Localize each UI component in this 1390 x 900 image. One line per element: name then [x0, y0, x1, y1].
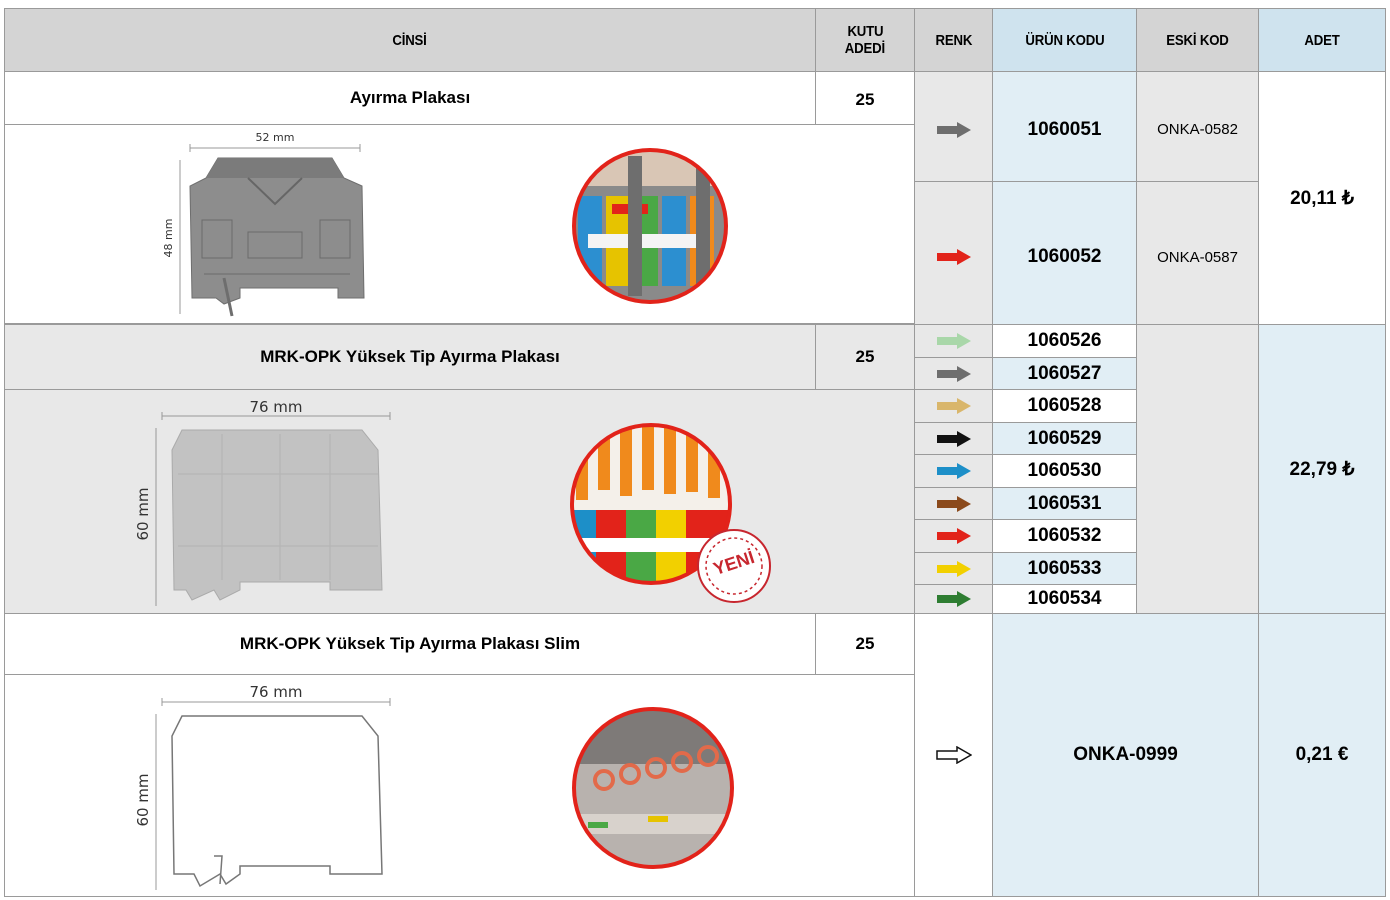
- width-dimension-label: 76 mm: [249, 398, 302, 416]
- arrow-icon: [936, 249, 971, 265]
- product-code: ONKA-0999: [992, 613, 1259, 897]
- arrow-icon: [936, 121, 971, 138]
- old-code: ONKA-0587: [1136, 181, 1259, 325]
- new-badge: YENİ: [696, 528, 772, 604]
- color-cell: [914, 71, 993, 182]
- product-photo-circle: [572, 148, 728, 304]
- product-code: 1060527: [992, 357, 1137, 390]
- product-name: Ayırma Plakası: [4, 71, 816, 125]
- color-cell: [914, 552, 993, 585]
- product-code: 1060531: [992, 487, 1137, 520]
- price: 20,11 ₺: [1258, 71, 1386, 325]
- old-code: ONKA-0582: [1136, 71, 1259, 182]
- arrow-outline-icon: [935, 746, 972, 764]
- arrow-icon: [936, 398, 971, 414]
- product-code: 1060534: [992, 584, 1137, 614]
- arrow-icon: [936, 333, 971, 349]
- height-dimension-label: 60 mm: [134, 773, 152, 826]
- old-code-empty: [1136, 324, 1259, 614]
- separator-plate-outline: 76 mm 60 mm: [134, 683, 391, 890]
- arrow-icon: [936, 528, 971, 544]
- arrow-icon: [936, 591, 971, 607]
- arrow-icon: [936, 463, 971, 479]
- product-code: 1060526: [992, 324, 1137, 358]
- header-kutu-adedi: KUTU ADEDİ: [815, 8, 915, 72]
- arrow-icon: [936, 560, 971, 577]
- product-code: 1060532: [992, 519, 1137, 553]
- color-cell: [914, 357, 993, 390]
- header-adet: ADET: [1258, 8, 1386, 72]
- product-photo-circle: [572, 707, 734, 869]
- color-cell: [914, 613, 993, 897]
- width-dimension-label: 52 mm: [256, 131, 295, 144]
- header-cinsi: CİNSİ: [4, 8, 816, 72]
- header-eski-kod: ESKİ KOD: [1136, 8, 1259, 72]
- product-name: MRK-OPK Yüksek Tip Ayırma Plakası Slim: [4, 613, 816, 675]
- product-image-area: [4, 124, 915, 324]
- header-renk: RENK: [914, 8, 993, 72]
- width-dimension-label: 76 mm: [249, 683, 302, 701]
- price: 22,79 ₺: [1258, 324, 1386, 614]
- box-quantity: 25: [815, 71, 915, 125]
- height-dimension-label: 48 mm: [162, 219, 175, 258]
- arrow-icon: [936, 495, 971, 512]
- color-cell: [914, 324, 993, 358]
- separator-plate-drawing: 52 mm 48 mm: [162, 131, 365, 317]
- product-code: 1060528: [992, 389, 1137, 423]
- color-cell: [914, 487, 993, 520]
- color-cell: [914, 584, 993, 614]
- box-quantity: 25: [815, 324, 915, 390]
- color-cell: [914, 519, 993, 553]
- arrow-icon: [936, 365, 971, 382]
- product-code: 1060533: [992, 552, 1137, 585]
- separator-plate-drawing: 76 mm 60 mm: [134, 398, 391, 606]
- color-cell: [914, 422, 993, 455]
- price: 0,21 €: [1258, 613, 1386, 897]
- header-urun-kodu: ÜRÜN KODU: [992, 8, 1137, 72]
- color-cell: [914, 389, 993, 423]
- arrow-icon: [936, 430, 971, 447]
- color-cell: [914, 181, 993, 325]
- product-name: MRK-OPK Yüksek Tip Ayırma Plakası: [4, 324, 816, 390]
- product-code: 1060051: [992, 71, 1137, 182]
- box-quantity: 25: [815, 613, 915, 675]
- height-dimension-label: 60 mm: [134, 487, 152, 540]
- product-code: 1060530: [992, 454, 1137, 488]
- product-code: 1060529: [992, 422, 1137, 455]
- product-code: 1060052: [992, 181, 1137, 325]
- color-cell: [914, 454, 993, 488]
